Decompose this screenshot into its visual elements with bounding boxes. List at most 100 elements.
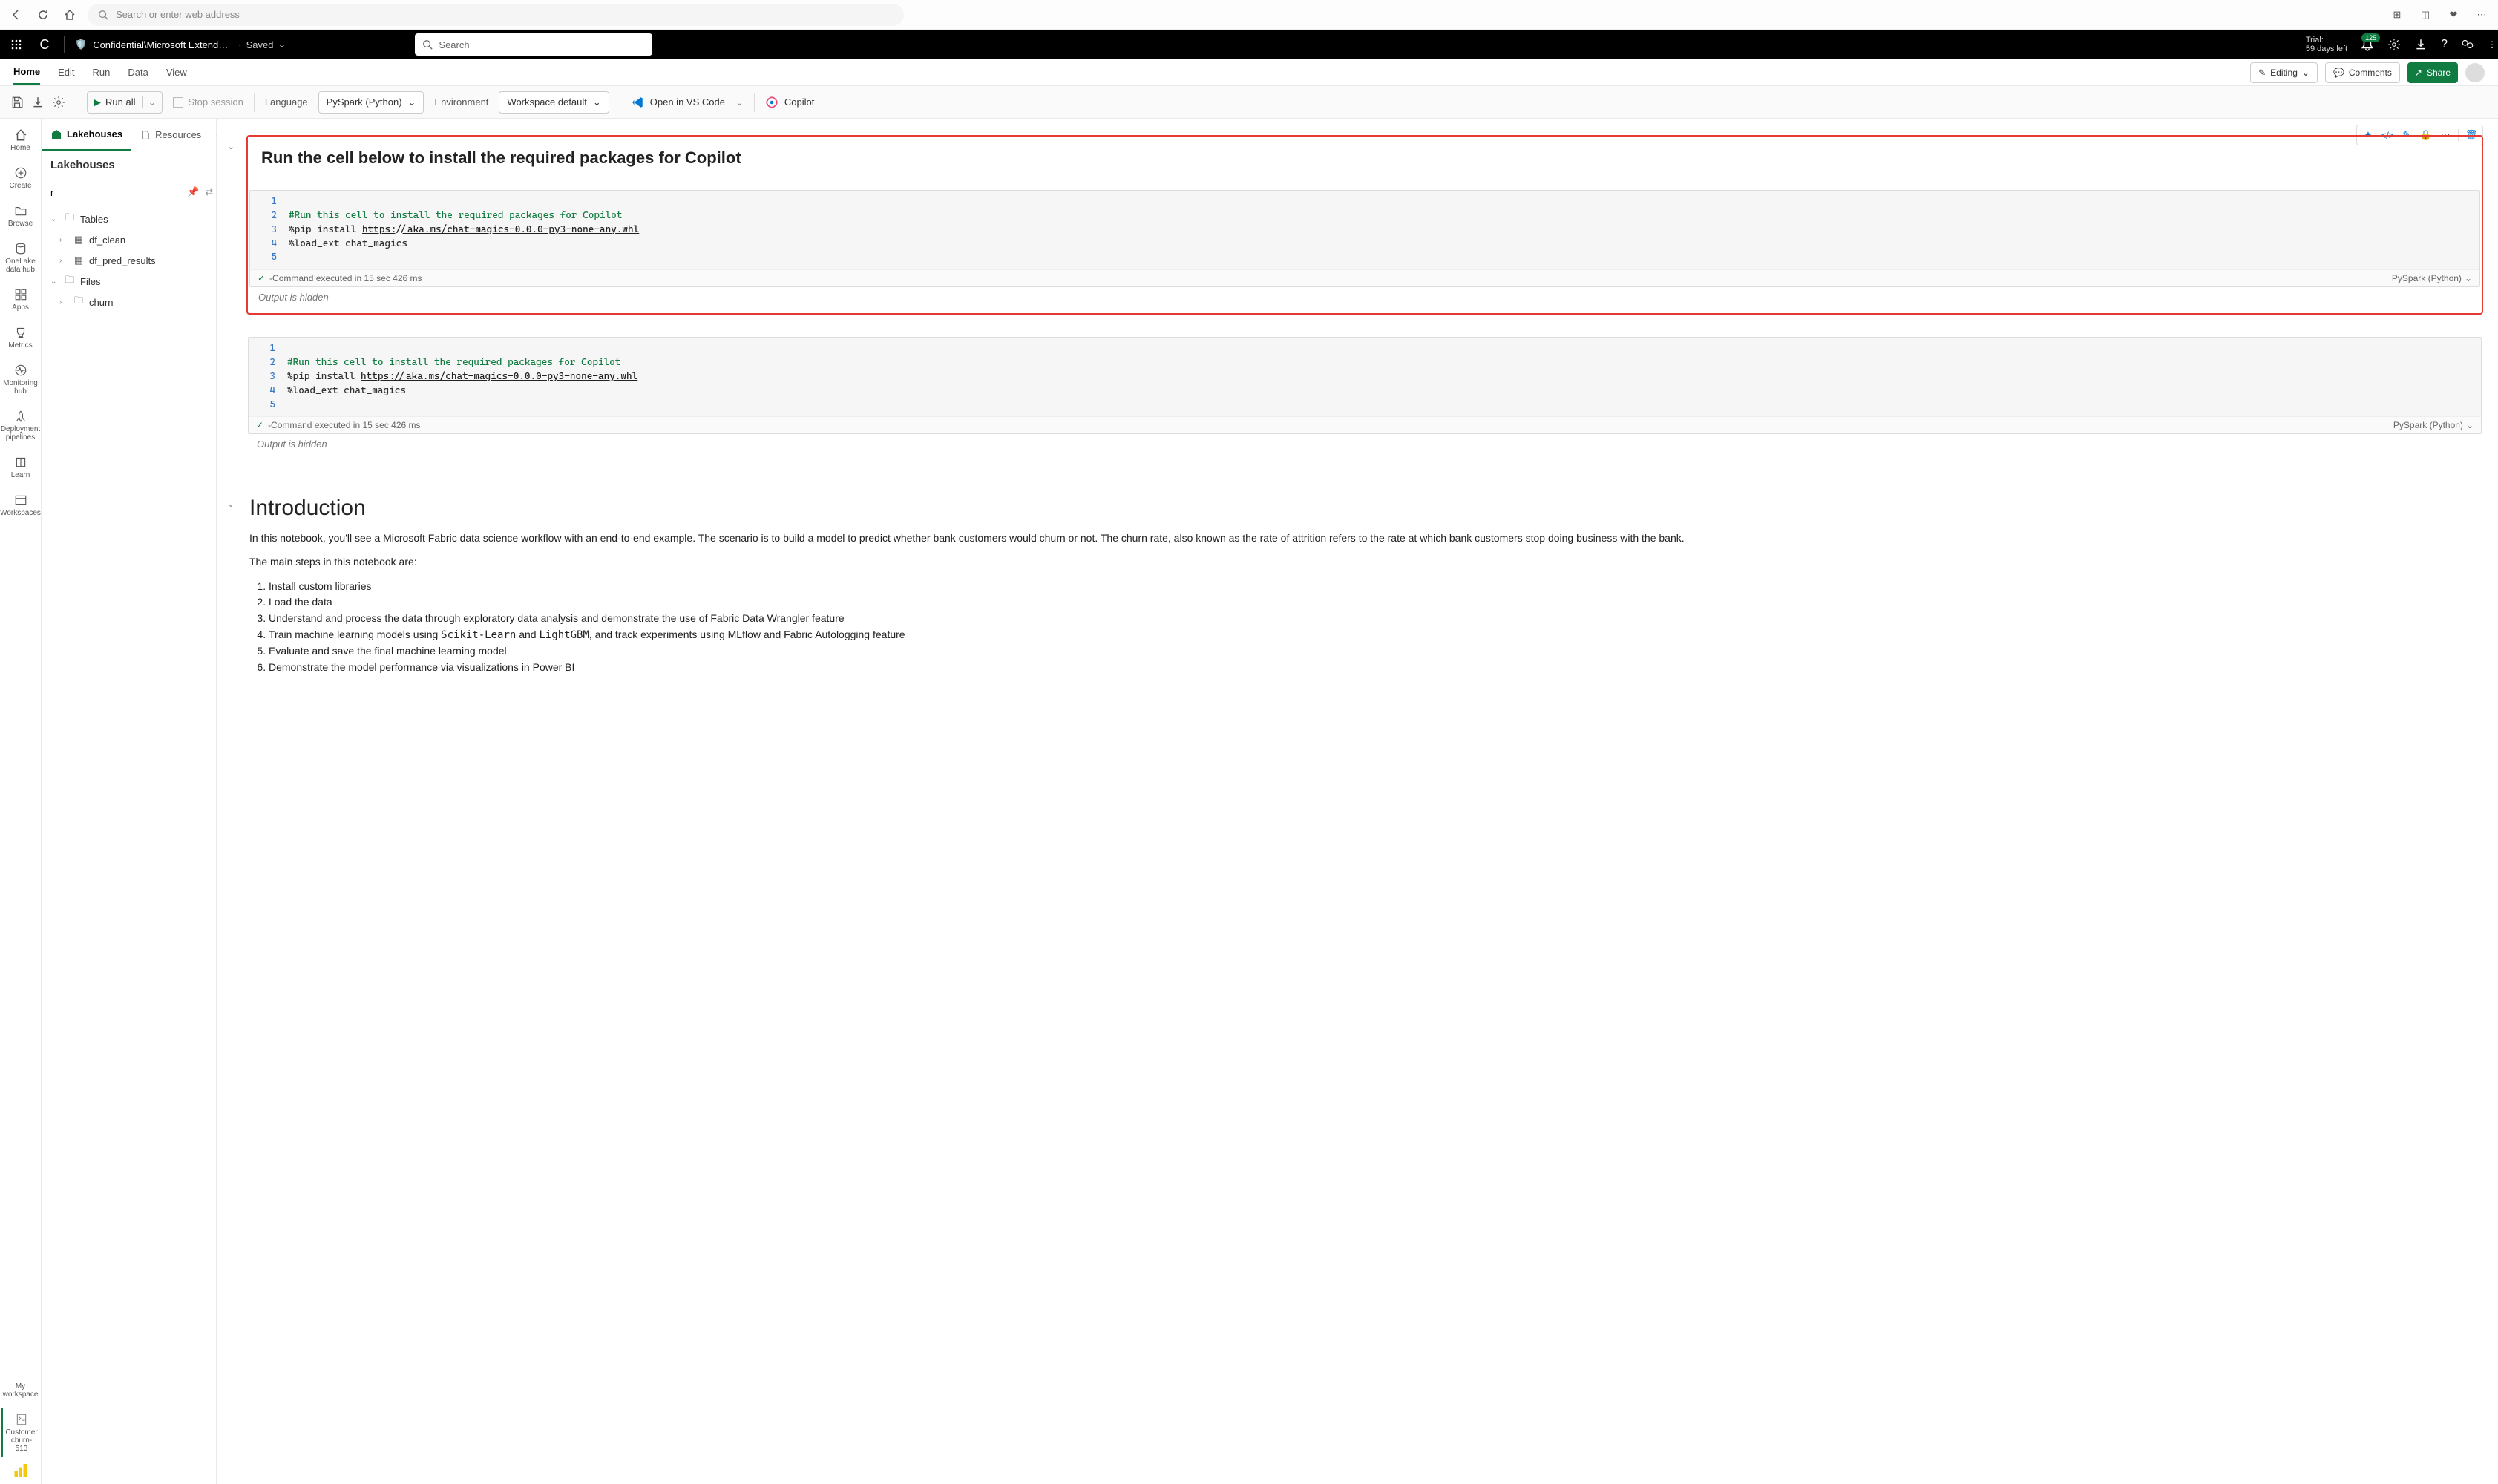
tab-data[interactable]: Data <box>128 61 148 84</box>
sync-icon[interactable]: ⇄ <box>205 186 213 198</box>
share-button[interactable]: ↗ Share <box>2407 62 2458 83</box>
play-icon: ▶ <box>94 96 101 108</box>
folder-icon: 🗀 <box>64 213 76 225</box>
run-all-button[interactable]: ▶ Run all ⌄ <box>87 91 163 114</box>
persona-avatar[interactable] <box>2465 63 2485 82</box>
more-icon[interactable]: ⋯ <box>2473 6 2491 24</box>
chevron-down-icon: ⌄ <box>408 96 416 108</box>
chevron-right-icon: › <box>59 257 68 265</box>
nav-browse[interactable]: Browse <box>2 199 39 232</box>
workspace-initial: C <box>36 37 53 53</box>
nav-workspaces[interactable]: Workspaces <box>2 488 39 522</box>
panel-tab-lakehouses[interactable]: Lakehouses <box>42 119 131 151</box>
markdown-title: Run the cell below to install the requir… <box>248 137 2482 190</box>
pin-icon[interactable]: 📌 <box>187 186 199 198</box>
url-bar[interactable]: Search or enter web address <box>88 4 904 26</box>
check-icon: ✓ <box>258 273 265 283</box>
rocket-icon <box>13 409 28 424</box>
tab-run[interactable]: Run <box>93 61 111 84</box>
nav-metrics[interactable]: Metrics <box>2 321 39 354</box>
open-vscode-button[interactable]: Open in VS Code ⌄ <box>631 96 744 109</box>
environment-label: Environment <box>434 96 488 108</box>
chevron-down-icon: ⌄ <box>593 96 601 108</box>
language-dropdown[interactable]: PySpark (Python) ⌄ <box>318 91 424 114</box>
markdown-intro: Introduction In this notebook, you'll se… <box>246 496 2483 675</box>
nav-onelake[interactable]: OneLake data hub <box>2 237 39 278</box>
chevron-down-icon: ⌄ <box>2302 68 2309 78</box>
nav-learn[interactable]: Learn <box>2 450 39 484</box>
settings-icon[interactable] <box>52 96 65 109</box>
tree-folder-churn[interactable]: › 🗀 churn <box>47 292 210 312</box>
refresh-button[interactable] <box>34 6 52 24</box>
nav-create[interactable]: Create <box>2 161 39 194</box>
cell-language-selector[interactable]: PySpark (Python) ⌄ <box>2393 420 2474 430</box>
environment-dropdown[interactable]: Workspace default ⌄ <box>499 91 609 114</box>
tree-table-dfpred[interactable]: › ▦ df_pred_results <box>47 250 210 271</box>
panel-search-input[interactable] <box>50 187 181 198</box>
breadcrumb[interactable]: 🛡️ Confidential\Microsoft Extend… <box>75 39 228 50</box>
tab-home[interactable]: Home <box>13 60 40 85</box>
notebook-cell-1[interactable]: Run the cell below to install the requir… <box>246 135 2483 315</box>
search-icon <box>422 39 433 50</box>
app-launcher-icon[interactable] <box>7 36 25 53</box>
nav-my-workspace[interactable]: My workspace <box>2 1378 39 1403</box>
chevron-down-icon: ⌄ <box>2466 420 2474 430</box>
cell-collapse-icon[interactable]: ⌄ <box>227 499 235 509</box>
cell-language-selector[interactable]: PySpark (Python) ⌄ <box>2392 273 2472 283</box>
stop-icon <box>173 97 183 108</box>
help-icon[interactable]: ? <box>2441 38 2448 51</box>
nav-monitoring[interactable]: Monitoring hub <box>2 358 39 400</box>
save-status[interactable]: · Saved ⌄ <box>238 39 286 50</box>
cell-collapse-icon[interactable]: ⌄ <box>227 141 235 151</box>
tab-view[interactable]: View <box>166 61 187 84</box>
pencil-icon: ✎ <box>2258 68 2266 78</box>
split-screen-icon[interactable]: ◫ <box>2416 6 2434 24</box>
shield-icon: 🛡️ <box>75 39 87 50</box>
notification-count: 125 <box>2361 33 2380 42</box>
table-icon: ▦ <box>73 234 85 246</box>
nav-pipelines[interactable]: Deployment pipelines <box>2 404 39 446</box>
tree-files[interactable]: ⌄ 🗀 Files <box>47 271 210 292</box>
intro-heading: Introduction <box>249 496 2483 521</box>
tree-table-dfclean[interactable]: › ▦ df_clean <box>47 229 210 250</box>
chevron-down-icon: ⌄ <box>50 215 59 223</box>
settings-icon[interactable] <box>2387 38 2401 51</box>
panel-tab-resources[interactable]: Resources <box>131 119 210 151</box>
chevron-right-icon: › <box>59 236 68 244</box>
folder-icon <box>13 203 28 218</box>
notifications-button[interactable]: 125 <box>2361 38 2374 51</box>
code-editor[interactable]: 1 2#Run this cell to install the require… <box>249 338 2481 416</box>
favorites-icon[interactable]: ❤ <box>2445 6 2462 24</box>
nav-home[interactable]: Home <box>2 123 39 157</box>
download-icon[interactable] <box>2414 38 2427 51</box>
workspaces-icon <box>13 493 28 508</box>
output-hidden-label[interactable]: Output is hidden <box>246 434 2483 454</box>
notebook-icon <box>14 1412 29 1427</box>
download-icon[interactable] <box>31 96 45 109</box>
home-button[interactable] <box>61 6 79 24</box>
output-hidden-label[interactable]: Output is hidden <box>248 287 2482 307</box>
file-icon <box>140 130 151 140</box>
account-icon[interactable]: ⋮ <box>2488 39 2491 50</box>
chevron-down-icon[interactable]: ⌄ <box>735 96 744 108</box>
extensions-icon[interactable]: ⊞ <box>2388 6 2406 24</box>
nav-current-notebook[interactable]: Customer churn-513 <box>1 1408 38 1457</box>
editing-mode-button[interactable]: ✎ Editing ⌄ <box>2250 62 2318 83</box>
global-search[interactable]: Search <box>415 33 652 56</box>
stop-session-button[interactable]: Stop session <box>173 96 243 108</box>
chevron-down-icon[interactable]: ⌄ <box>142 96 156 108</box>
tree-tables[interactable]: ⌄ 🗀 Tables <box>47 209 210 229</box>
copilot-icon <box>765 96 778 109</box>
feedback-icon[interactable] <box>2461 38 2474 51</box>
monitor-icon <box>13 363 28 378</box>
powerbi-icon[interactable] <box>11 1462 30 1481</box>
tab-edit[interactable]: Edit <box>58 61 74 84</box>
share-icon: ↗ <box>2415 68 2422 78</box>
comments-button[interactable]: 💬 Comments <box>2325 62 2400 83</box>
nav-apps[interactable]: Apps <box>2 283 39 316</box>
copilot-button[interactable]: Copilot <box>765 96 814 109</box>
save-icon[interactable] <box>10 96 24 109</box>
back-button[interactable] <box>7 6 25 24</box>
code-editor[interactable]: 1 2#Run this cell to install the require… <box>250 191 2479 269</box>
notebook-cell-2[interactable]: 1 2#Run this cell to install the require… <box>246 337 2483 454</box>
